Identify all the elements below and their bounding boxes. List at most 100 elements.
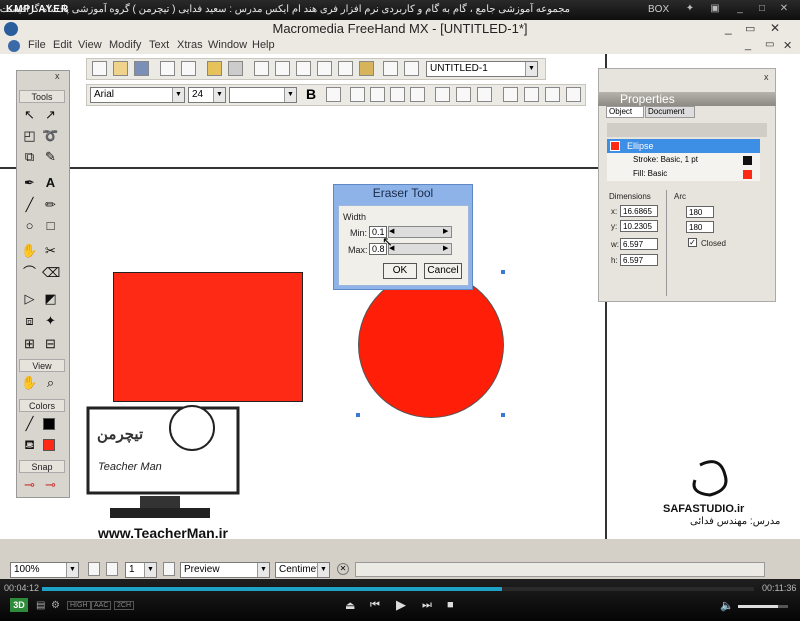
window-restore-button[interactable]: ▭: [745, 22, 755, 35]
menu-file[interactable]: File: [28, 39, 46, 51]
text-effect-icon[interactable]: [435, 87, 450, 102]
pointer-tool-icon[interactable]: ↖: [21, 106, 38, 123]
tab-document[interactable]: Document: [645, 106, 695, 118]
doc-restore-button[interactable]: ▭: [765, 39, 774, 50]
settings-icon[interactable]: ⚙: [51, 600, 60, 611]
w-field[interactable]: 6.597: [620, 238, 658, 250]
x-field[interactable]: 16.6865: [620, 205, 658, 217]
max-right-arrow-icon[interactable]: ▶: [443, 244, 448, 252]
units-select[interactable]: Centimeter ▼: [275, 562, 330, 578]
snap-to-point-icon[interactable]: ⊸: [21, 476, 38, 493]
rows-icon[interactable]: [524, 87, 539, 102]
skin-icon[interactable]: ▣: [708, 3, 722, 16]
snap-to-guide-icon[interactable]: ⊸: [42, 476, 59, 493]
pencil-tool-icon[interactable]: ✏: [42, 196, 59, 213]
page-tool-icon[interactable]: ◰: [21, 127, 38, 144]
menu-view[interactable]: View: [78, 39, 102, 51]
text-editor-icon[interactable]: [566, 87, 581, 102]
page-select[interactable]: 1 ▼: [125, 562, 157, 578]
document-select[interactable]: UNTITLED-1 ▼: [426, 61, 538, 77]
tab-object[interactable]: Object: [606, 106, 644, 118]
doc-minimize-button[interactable]: _: [745, 39, 751, 51]
min-right-arrow-icon[interactable]: ▶: [443, 227, 448, 235]
bezigon-tool-icon[interactable]: ⌒: [21, 264, 38, 281]
stop-icon[interactable]: ■: [447, 599, 454, 611]
layers-icon[interactable]: [275, 61, 290, 76]
attach-icon[interactable]: [477, 87, 492, 102]
pin-icon[interactable]: ✦: [683, 3, 697, 16]
volume-icon[interactable]: 🔈: [720, 599, 734, 612]
zoom-tool-icon[interactable]: ⌕: [42, 374, 59, 391]
flow-icon[interactable]: [456, 87, 471, 102]
stroke-row[interactable]: Stroke: Basic, 1 pt: [607, 153, 760, 167]
maximize-icon[interactable]: □: [755, 3, 769, 16]
eraser-tool-icon[interactable]: ⌫: [42, 264, 60, 281]
eject-icon[interactable]: ⏏: [345, 599, 355, 612]
align-right-icon[interactable]: [390, 87, 405, 102]
box-label[interactable]: BOX: [648, 4, 669, 15]
subselect-tool-icon[interactable]: ↗: [42, 106, 59, 123]
stroke-color-swatch[interactable]: [43, 418, 55, 430]
zoom-select[interactable]: 100% ▼: [10, 562, 79, 578]
stroke-color-icon[interactable]: ╱: [21, 415, 38, 432]
envelope-tool-icon[interactable]: ⧈: [21, 312, 38, 329]
fill-color-swatch[interactable]: [43, 439, 55, 451]
arc-start-field[interactable]: 180: [686, 206, 714, 218]
ellipse-row[interactable]: Ellipse: [607, 139, 760, 153]
fill-swatch[interactable]: [743, 170, 752, 179]
menu-window[interactable]: Window: [208, 39, 247, 51]
table-icon[interactable]: [404, 61, 419, 76]
previous-icon[interactable]: ⏮: [370, 599, 380, 612]
page-icon[interactable]: [163, 562, 175, 576]
blend-tool-icon[interactable]: ▷: [21, 290, 38, 307]
color-mixer-icon[interactable]: [359, 61, 374, 76]
italic-icon[interactable]: [326, 87, 341, 102]
scale-tool-icon[interactable]: ⧉: [21, 148, 38, 165]
3d-button[interactable]: 3D: [10, 598, 28, 612]
align-center-icon[interactable]: [370, 87, 385, 102]
align-left-icon[interactable]: [350, 87, 365, 102]
menu-text[interactable]: Text: [149, 39, 169, 51]
next-page-icon[interactable]: [106, 562, 118, 576]
unlock-icon[interactable]: [228, 61, 243, 76]
red-rectangle[interactable]: [113, 272, 303, 402]
rectangle-tool-icon[interactable]: □: [42, 217, 59, 234]
tools-close-icon[interactable]: x: [55, 71, 60, 81]
columns-icon[interactable]: [503, 87, 518, 102]
hand-tool-icon[interactable]: ✋: [21, 374, 38, 391]
play-icon[interactable]: ▶: [396, 597, 406, 613]
h-field[interactable]: 6.597: [620, 254, 658, 266]
graphic-hose-icon[interactable]: ✦: [42, 312, 59, 329]
selection-handle[interactable]: [501, 413, 505, 417]
shadow-tool-icon[interactable]: ◩: [42, 290, 59, 307]
view-mode-select[interactable]: Preview ▼: [180, 562, 270, 578]
font-name-select[interactable]: Arial ▼: [90, 87, 185, 103]
cancel-button[interactable]: Cancel: [424, 263, 462, 279]
menu-edit[interactable]: Edit: [53, 39, 72, 51]
cancel-render-icon[interactable]: ✕: [337, 563, 349, 575]
menu-icon[interactable]: ▤: [36, 600, 45, 611]
next-icon[interactable]: ⏭: [422, 599, 432, 612]
wrap-icon[interactable]: [545, 87, 560, 102]
lock-icon[interactable]: [207, 61, 222, 76]
font-size-select[interactable]: 24 ▼: [188, 87, 226, 103]
lasso-tool-icon[interactable]: ➰: [42, 127, 59, 144]
doc-close-button[interactable]: ✕: [783, 39, 792, 52]
close-icon[interactable]: ✕: [777, 3, 791, 16]
open-icon[interactable]: [113, 61, 128, 76]
closed-checkbox[interactable]: ✓: [688, 238, 697, 247]
prev-page-icon[interactable]: [88, 562, 100, 576]
connector-tool-icon[interactable]: ⊟: [42, 335, 59, 352]
ok-button[interactable]: OK: [383, 263, 417, 279]
menu-modify[interactable]: Modify: [109, 39, 141, 51]
line-tool-icon[interactable]: ╱: [21, 196, 38, 213]
red-ellipse[interactable]: [358, 272, 504, 418]
justify-icon[interactable]: [410, 87, 425, 102]
freeform-tool-icon[interactable]: ✋: [21, 242, 38, 259]
font-style-select[interactable]: ▼: [229, 87, 297, 103]
pen-tool-icon[interactable]: ✒: [21, 174, 38, 191]
window-minimize-button[interactable]: _: [725, 21, 732, 35]
import-icon[interactable]: [160, 61, 175, 76]
window-close-button[interactable]: ✕: [770, 21, 780, 35]
props-close-icon[interactable]: x: [764, 72, 769, 82]
